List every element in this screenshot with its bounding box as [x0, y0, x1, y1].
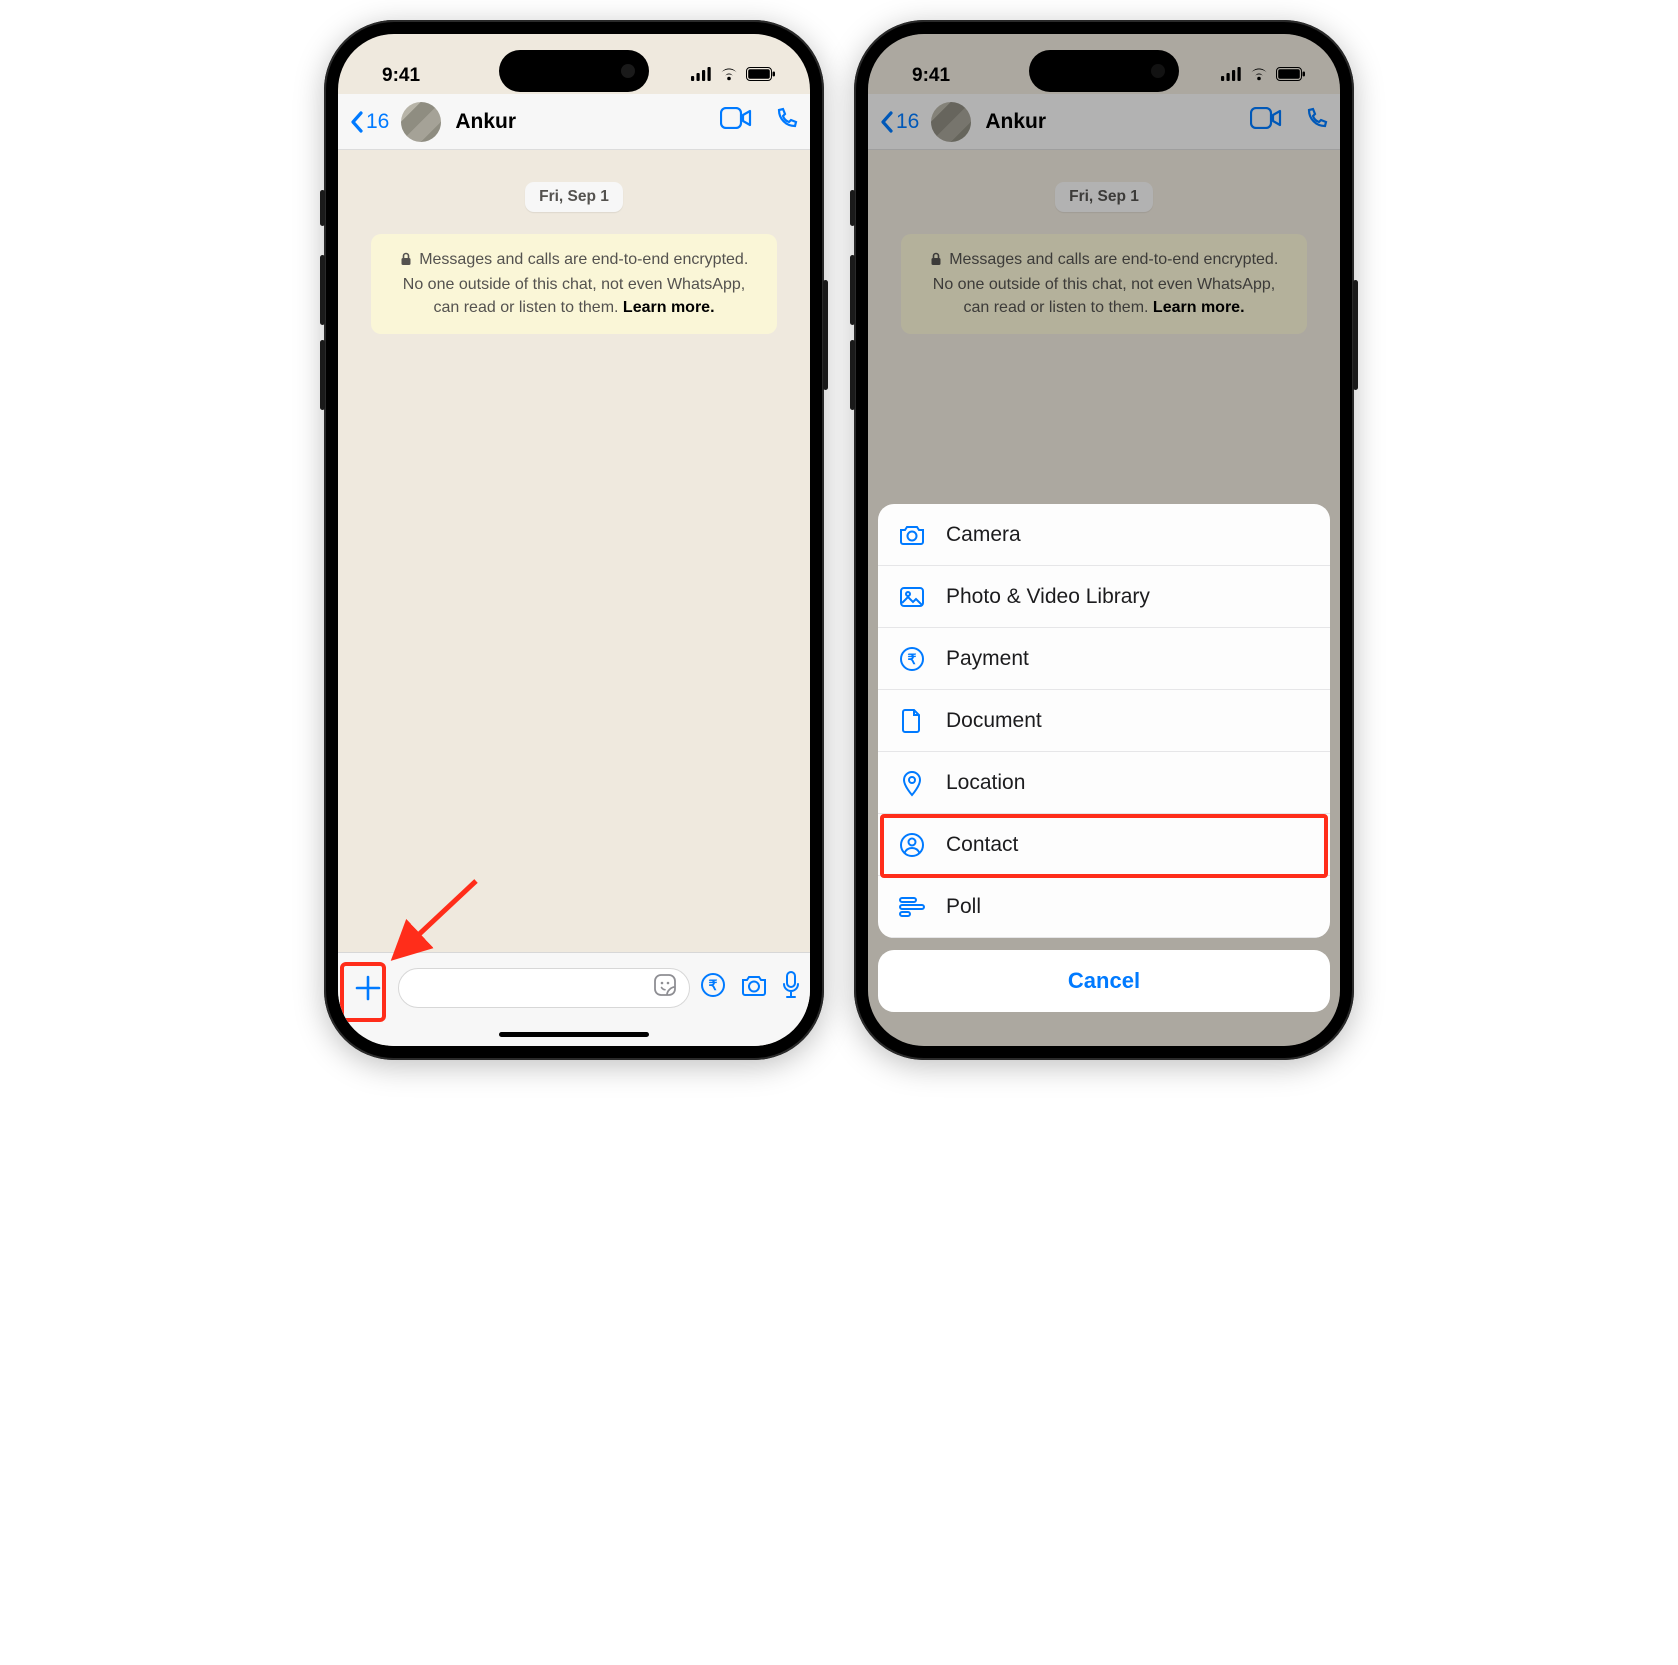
volume-down-button[interactable]	[320, 340, 325, 410]
cancel-button[interactable]: Cancel	[878, 950, 1330, 1012]
volume-up-button[interactable]	[320, 255, 325, 325]
microphone-icon[interactable]	[782, 971, 800, 1004]
sheet-item-label: Camera	[946, 523, 1021, 547]
location-icon	[898, 769, 926, 797]
lock-icon	[400, 250, 412, 273]
date-pill: Fri, Sep 1	[525, 182, 623, 212]
back-button[interactable]: 16	[350, 110, 389, 134]
power-button[interactable]	[1353, 280, 1358, 390]
sheet-item-label: Poll	[946, 895, 981, 919]
sheet-item-payment[interactable]: ₹ Payment	[878, 628, 1330, 690]
photo-icon	[898, 586, 926, 608]
power-button[interactable]	[823, 280, 828, 390]
poll-icon	[898, 897, 926, 917]
sheet-item-camera[interactable]: Camera	[878, 504, 1330, 566]
payment-icon[interactable]: ₹	[700, 972, 726, 1003]
camera-icon[interactable]	[740, 973, 768, 1002]
attachment-action-sheet: Camera Photo & Video Library ₹ Payment	[878, 504, 1330, 938]
encryption-line2: No one outside of this chat, not even Wh…	[403, 276, 745, 293]
phone-right-frame: 9:41 16 Ankur	[854, 20, 1354, 1060]
sheet-item-label: Document	[946, 709, 1042, 733]
svg-text:₹: ₹	[908, 651, 917, 667]
cellular-icon	[691, 65, 712, 87]
sheet-item-label: Photo & Video Library	[946, 585, 1150, 609]
battery-icon	[746, 65, 776, 87]
encryption-line1: Messages and calls are end-to-end encryp…	[419, 251, 748, 268]
annotation-arrow	[386, 876, 486, 966]
cancel-label: Cancel	[1068, 968, 1140, 994]
rupee-icon: ₹	[898, 646, 926, 672]
sheet-item-label: Payment	[946, 647, 1029, 671]
sheet-item-photo-library[interactable]: Photo & Video Library	[878, 566, 1330, 628]
action-sheet-overlay[interactable]: Camera Photo & Video Library ₹ Payment	[868, 34, 1340, 1046]
document-icon	[898, 708, 926, 734]
plus-icon	[353, 973, 383, 1003]
phone-left-frame: 9:41 16 Ankur	[324, 20, 824, 1060]
attach-plus-button[interactable]	[348, 968, 388, 1008]
sheet-item-document[interactable]: Document	[878, 690, 1330, 752]
screen-right: 9:41 16 Ankur	[868, 34, 1340, 1046]
wifi-icon	[719, 65, 739, 87]
status-icons	[691, 65, 776, 87]
volume-down-button[interactable]	[850, 340, 855, 410]
dynamic-island	[499, 50, 649, 92]
mute-switch[interactable]	[320, 190, 325, 226]
message-input[interactable]	[398, 968, 690, 1008]
camera-icon	[898, 524, 926, 546]
svg-text:₹: ₹	[709, 977, 718, 993]
sheet-item-contact[interactable]: Contact	[878, 814, 1330, 876]
sticker-icon[interactable]	[653, 973, 677, 1002]
volume-up-button[interactable]	[850, 255, 855, 325]
sheet-item-label: Contact	[946, 833, 1018, 857]
encryption-line3-prefix: can read or listen to them.	[433, 299, 622, 316]
chevron-left-icon	[350, 111, 364, 133]
contact-name[interactable]: Ankur	[455, 110, 712, 134]
mute-switch[interactable]	[850, 190, 855, 226]
home-indicator[interactable]	[338, 1022, 810, 1046]
sheet-item-location[interactable]: Location	[878, 752, 1330, 814]
nav-header: 16 Ankur	[338, 94, 810, 150]
sheet-item-label: Location	[946, 771, 1025, 795]
screen-left: 9:41 16 Ankur	[338, 34, 810, 1046]
encryption-notice[interactable]: Messages and calls are end-to-end encryp…	[371, 234, 777, 334]
status-time: 9:41	[382, 65, 420, 87]
back-count: 16	[366, 110, 389, 134]
learn-more-link[interactable]: Learn more.	[623, 299, 715, 316]
voice-call-button[interactable]	[774, 107, 798, 136]
avatar[interactable]	[401, 102, 441, 142]
chat-body[interactable]: Fri, Sep 1 Messages and calls are end-to…	[338, 150, 810, 952]
contact-icon	[898, 832, 926, 858]
sheet-item-poll[interactable]: Poll	[878, 876, 1330, 938]
video-call-button[interactable]	[720, 107, 752, 136]
